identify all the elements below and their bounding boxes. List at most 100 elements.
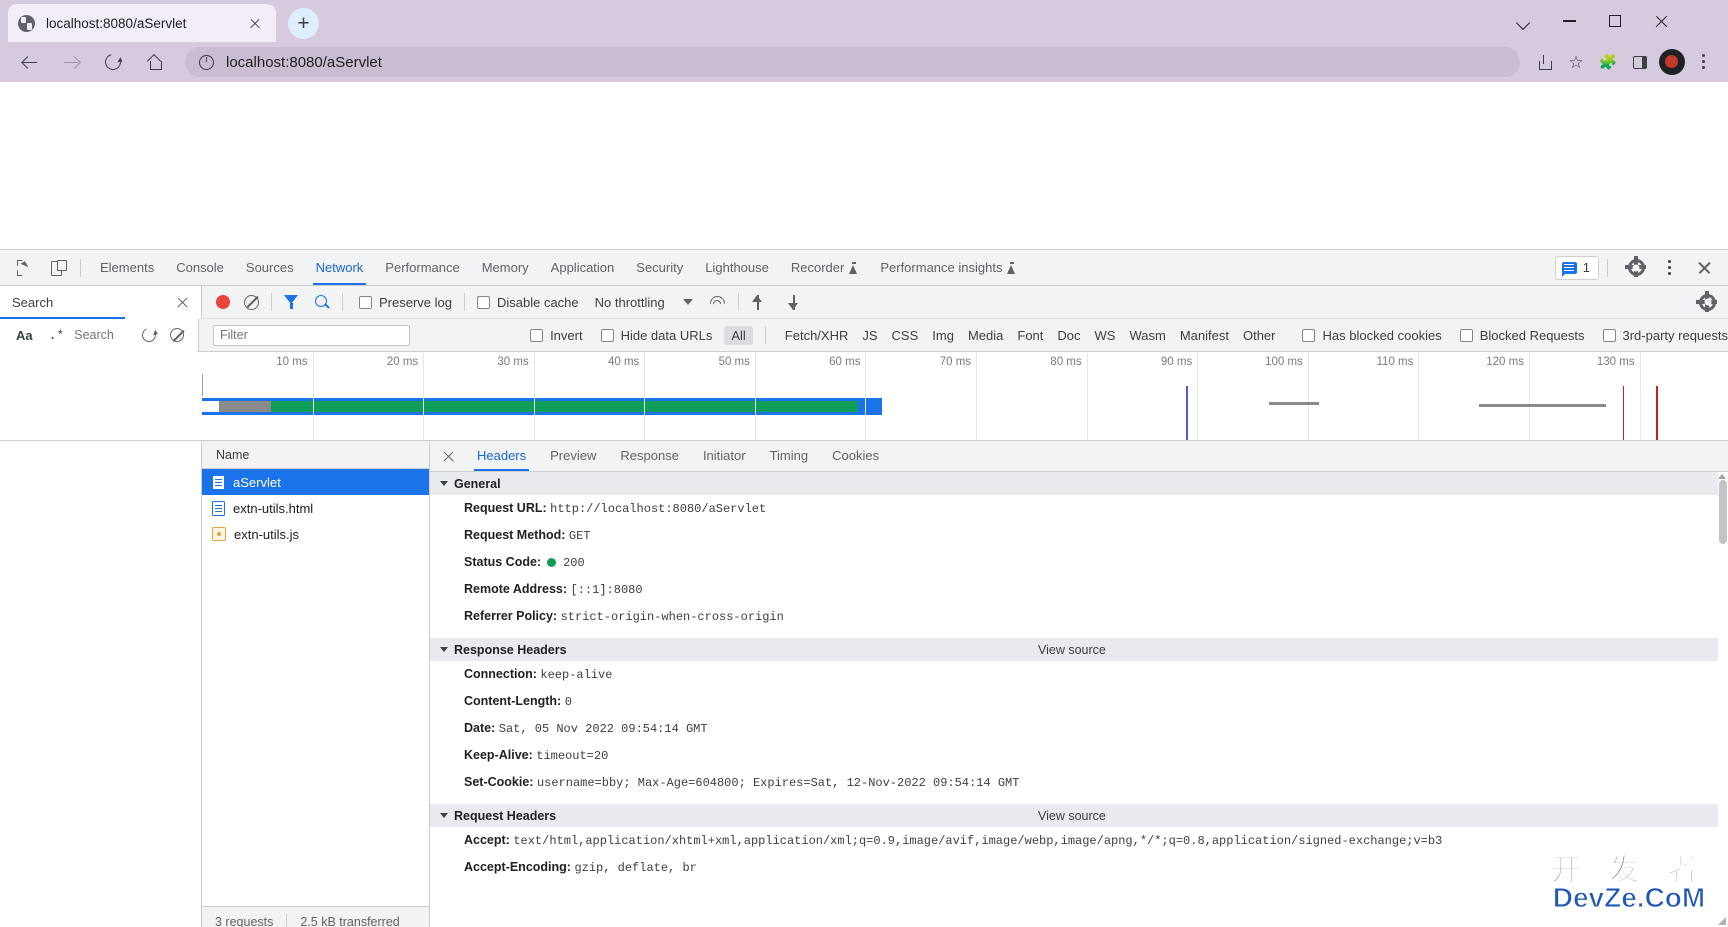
table-row[interactable]: aServlet (202, 469, 429, 495)
window-chevron-button[interactable] (1500, 0, 1546, 42)
refresh-icon[interactable] (140, 326, 159, 344)
share-button[interactable] (1528, 46, 1560, 78)
disable-cache-checkbox[interactable]: Disable cache (476, 286, 579, 319)
reload-icon (102, 51, 124, 73)
inspect-element-button[interactable] (10, 254, 38, 282)
tab-recorder[interactable]: Recorder (780, 250, 869, 285)
match-case-button[interactable]: Aa (10, 328, 39, 343)
search-input[interactable] (74, 325, 133, 345)
filter-type-media[interactable]: Media (961, 326, 1010, 345)
filter-type-fetch-xhr[interactable]: Fetch/XHR (778, 326, 856, 345)
view-source-link[interactable]: View source (1038, 643, 1106, 657)
message-count-button[interactable]: 1 (1554, 255, 1599, 280)
export-har-icon[interactable] (787, 294, 801, 310)
timeline-main-band (202, 398, 883, 415)
network-conditions-icon[interactable] (709, 295, 726, 309)
filter-type-js[interactable]: JS (855, 326, 884, 345)
side-panel-button[interactable] (1624, 46, 1656, 78)
hide-data-urls-checkbox[interactable]: Hide data URLs (600, 319, 712, 352)
filter-type-other[interactable]: Other (1236, 326, 1283, 345)
devtools-more-button[interactable] (1656, 254, 1684, 282)
address-bar[interactable]: localhost:8080/aServlet (185, 47, 1520, 77)
record-button[interactable] (202, 286, 230, 319)
toolbar-divider (271, 293, 272, 311)
site-info-icon[interactable] (199, 54, 214, 70)
forward-button[interactable] (53, 44, 89, 80)
tab-response[interactable]: Response (608, 441, 691, 471)
devtools-settings-button[interactable] (1622, 254, 1650, 282)
profile-button[interactable] (1656, 46, 1688, 78)
window-minimize-button[interactable] (1546, 0, 1592, 42)
network-overview-timeline[interactable]: 10 ms 20 ms 30 ms 40 ms 50 ms 60 ms 70 ms 80 ms… (0, 352, 1728, 441)
filter-type-css[interactable]: CSS (885, 326, 926, 345)
detail-close-icon[interactable] (442, 450, 455, 463)
invert-checkbox[interactable]: Invert (530, 319, 583, 352)
section-general-header[interactable]: General (430, 472, 1728, 495)
filter-type-wasm[interactable]: Wasm (1122, 326, 1172, 345)
tab-performance-insights[interactable]: Performance insights (869, 250, 1027, 285)
tab-application[interactable]: Application (540, 250, 626, 285)
network-settings-gear-icon[interactable] (1699, 290, 1716, 312)
browser-menu-button[interactable] (1688, 46, 1720, 78)
window-resize-corner[interactable] (1716, 915, 1726, 925)
scroll-up-arrow-icon[interactable] (1718, 474, 1726, 479)
reload-button[interactable] (95, 44, 131, 80)
tab-lighthouse[interactable]: Lighthouse (694, 250, 780, 285)
tab-headers[interactable]: Headers (465, 441, 538, 471)
tab-timing[interactable]: Timing (758, 441, 821, 471)
requests-column-header[interactable]: Name (202, 441, 429, 469)
detail-scrollbar[interactable] (1718, 472, 1728, 927)
table-row[interactable]: extn-utils.html (202, 495, 429, 521)
header-name: Keep-Alive: (464, 748, 533, 762)
filter-type-ws[interactable]: WS (1088, 326, 1123, 345)
section-response-headers-header[interactable]: Response Headers View source (430, 638, 1728, 661)
window-close-button[interactable] (1638, 0, 1684, 42)
chevron-down-icon[interactable] (682, 299, 693, 305)
has-blocked-cookies-checkbox[interactable]: Has blocked cookies (1302, 319, 1442, 352)
throttling-select[interactable]: No throttling (595, 286, 665, 319)
filter-input[interactable] (212, 324, 411, 346)
search-drawer-close-icon[interactable] (176, 296, 189, 309)
tab-preview[interactable]: Preview (538, 441, 608, 471)
tab-network[interactable]: Network (305, 250, 375, 285)
toolbar-divider (342, 293, 343, 311)
tab-elements[interactable]: Elements (89, 250, 165, 285)
bookmark-button[interactable]: ☆ (1560, 46, 1592, 78)
preserve-log-checkbox[interactable]: Preserve log (359, 286, 452, 319)
tab-console[interactable]: Console (165, 250, 235, 285)
filter-type-all[interactable]: All (724, 325, 753, 345)
tab-memory[interactable]: Memory (471, 250, 540, 285)
blocked-requests-checkbox[interactable]: Blocked Requests (1459, 319, 1585, 352)
regex-button[interactable]: .* (43, 328, 71, 343)
tab-cookies[interactable]: Cookies (820, 441, 891, 471)
devtools-panel: Elements Console Sources Network Perform… (0, 249, 1728, 927)
window-maximize-button[interactable] (1592, 0, 1638, 42)
view-source-link[interactable]: View source (1038, 809, 1106, 823)
table-row[interactable]: extn-utils.js (202, 521, 429, 547)
search-drawer-tab[interactable]: Search (0, 285, 202, 319)
clear-network-log-button[interactable] (230, 286, 259, 319)
tab-sources[interactable]: Sources (235, 250, 305, 285)
home-button[interactable] (137, 44, 173, 80)
back-button[interactable] (11, 44, 47, 80)
section-request-headers-header[interactable]: Request Headers View source (430, 804, 1728, 827)
device-toolbar-button[interactable] (44, 254, 72, 282)
toggle-search-button[interactable] (315, 286, 330, 319)
filter-type-font[interactable]: Font (1010, 326, 1050, 345)
filter-type-img[interactable]: Img (925, 326, 961, 345)
third-party-requests-checkbox[interactable]: 3rd-party requests (1602, 319, 1728, 352)
filter-type-manifest[interactable]: Manifest (1173, 326, 1236, 345)
tab-close-icon[interactable] (244, 12, 266, 34)
extensions-button[interactable]: 🧩 (1592, 46, 1624, 78)
browser-tab[interactable]: localhost:8080/aServlet (8, 4, 276, 42)
tab-performance[interactable]: Performance (374, 250, 470, 285)
tab-initiator[interactable]: Initiator (691, 441, 758, 471)
clear-icon[interactable] (170, 328, 185, 342)
new-tab-button[interactable]: + (288, 8, 319, 39)
import-har-icon[interactable] (751, 294, 765, 310)
filter-type-doc[interactable]: Doc (1050, 326, 1087, 345)
tab-security[interactable]: Security (625, 250, 694, 285)
scrollbar-thumb[interactable] (1719, 480, 1727, 544)
devtools-close-button[interactable] (1690, 254, 1718, 282)
toggle-filter-button[interactable] (284, 286, 299, 319)
